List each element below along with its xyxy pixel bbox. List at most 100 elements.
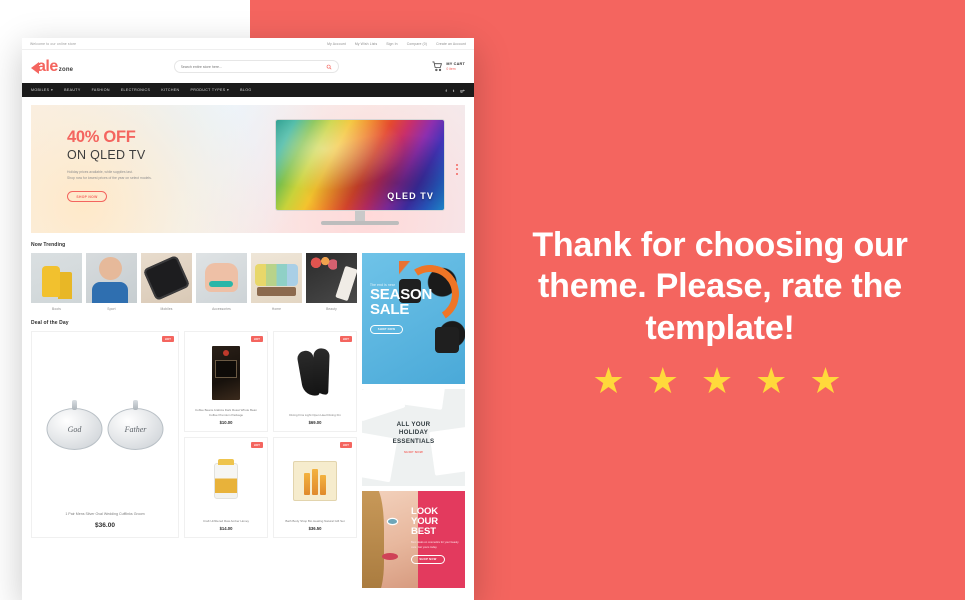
site-logo[interactable]: ale zone: [31, 58, 109, 75]
banner-look-your-best[interactable]: LOOK YOUR BEST Best deals on cosmetics f…: [362, 491, 465, 588]
product-price: $10.00: [219, 420, 233, 425]
search-box[interactable]: [173, 60, 339, 73]
banner-line-3: ESSENTIALS: [392, 437, 435, 445]
trending-item-home[interactable]: Home: [251, 253, 302, 311]
deal-featured-card[interactable]: HOT God Father 1 Pair Mens Silver Oval W…: [31, 331, 179, 538]
search-input[interactable]: [180, 64, 326, 69]
banner-content: ALL YOUR HOLIDAY ESSENTIALS SHOP NOW: [362, 421, 465, 454]
nav-item-beauty[interactable]: BEAUTY: [64, 88, 80, 92]
nav-item-product-types[interactable]: PRODUCT TYPES ▾: [190, 88, 229, 92]
top-bar: Welcome to our online store My Account M…: [22, 38, 474, 50]
tv-stand: [321, 211, 399, 225]
cart-icon: [432, 61, 443, 72]
banner-shop-now-button[interactable]: SHOP NOW: [370, 324, 403, 334]
product-title[interactable]: Craft Unfiltered Raw Amber Honey: [201, 519, 251, 524]
trending-item-boots[interactable]: Boots: [31, 253, 82, 311]
carousel-dot[interactable]: [456, 163, 458, 166]
facebook-icon[interactable]: f: [446, 88, 447, 93]
link-sign-in[interactable]: Sign In: [386, 42, 397, 46]
hero-banner[interactable]: 40% OFF ON QLED TV Holiday prices availa…: [31, 105, 465, 233]
banner-shop-now-link[interactable]: SHOP NOW: [362, 450, 465, 454]
cufflink-right: Father: [107, 408, 164, 451]
carousel-dot[interactable]: [456, 168, 458, 170]
cufflink-left: God: [46, 408, 103, 451]
cart-text: MY CART 0 item: [446, 62, 465, 71]
banner-line-2: HOLIDAY: [398, 429, 429, 437]
cufflinks-illustration: God Father: [46, 408, 164, 451]
twitter-icon[interactable]: t: [453, 88, 454, 93]
social-links: f t g+: [446, 88, 465, 93]
trending-label: Home: [271, 307, 282, 311]
product-image: God Father: [38, 340, 172, 512]
product-price: $36.00: [95, 522, 115, 529]
deal-row-bottom: HOT Craft Unfiltered Raw Amber Honey $14…: [184, 437, 357, 538]
hero-shop-now-button[interactable]: SHOP NOW: [67, 191, 107, 203]
nav-item-electronics[interactable]: ELECTRONICS: [121, 88, 150, 92]
banner-holiday-essentials[interactable]: ALL YOUR HOLIDAY ESSENTIALS SHOP NOW: [362, 389, 465, 486]
tv-label: QLED TV: [387, 191, 434, 201]
link-create-account[interactable]: Create an Account: [436, 42, 466, 46]
diving-fins-illustration: [296, 348, 333, 403]
trending-label: Accessories: [212, 307, 231, 311]
tv-screen: QLED TV: [275, 119, 445, 211]
star-rating[interactable]: ★ ★ ★ ★ ★: [490, 363, 950, 399]
content-left-column: Boots Sport Mobiles Accessories Home Bea…: [31, 253, 357, 593]
product-title[interactable]: Diving Fins Light Open Heel Diving Fin: [287, 413, 343, 418]
product-card[interactable]: HOT Bath Body Shop Bio Healing Natural G…: [273, 437, 357, 538]
product-price: $69.00: [308, 420, 322, 425]
trending-row: Boots Sport Mobiles Accessories Home Bea…: [31, 253, 357, 311]
product-price: $36.50: [308, 526, 322, 531]
product-card[interactable]: HOT Coffee Beans Arabica Dark Roast Whol…: [184, 331, 268, 432]
hero-line-2: Shop now for lowest prices of the year o…: [67, 175, 152, 180]
product-title[interactable]: 1 Pair Mens Silver Oval Wedding Cufflink…: [63, 512, 146, 517]
welcome-message: Welcome to our online store: [30, 41, 77, 46]
promo-heading: Thank for choosing our theme. Please, ra…: [532, 226, 908, 347]
link-compare[interactable]: Compare (0): [407, 42, 427, 46]
nav-item-blog[interactable]: BLOG: [240, 88, 251, 92]
trending-item-beauty[interactable]: Beauty: [306, 253, 357, 311]
product-title[interactable]: Coffee Beans Arabica Dark Roast Whole Be…: [189, 408, 263, 417]
cufflink-right-text: Father: [124, 424, 147, 434]
banner-line-2: SALE: [370, 301, 410, 319]
nav-item-fashion[interactable]: FASHION: [92, 88, 110, 92]
search-area: [119, 60, 393, 73]
deal-grid: HOT God Father 1 Pair Mens Silver Oval W…: [31, 331, 357, 538]
banner-line-1: SEASON: [370, 286, 433, 303]
nav-item-kitchen[interactable]: KITCHEN: [161, 88, 179, 92]
google-plus-icon[interactable]: g+: [460, 88, 465, 93]
search-icon[interactable]: [326, 64, 332, 70]
trending-image: [31, 253, 82, 303]
cart-count: 0 item: [446, 66, 456, 71]
trending-image: [196, 253, 247, 303]
deal-of-the-day-title: Deal of the Day: [31, 320, 69, 326]
tv-illustration: QLED TV: [275, 119, 445, 225]
screenshot-root: Welcome to our online store My Account M…: [0, 0, 965, 600]
deal-row-top: HOT Coffee Beans Arabica Dark Roast Whol…: [184, 331, 357, 432]
product-title[interactable]: Bath Body Shop Bio Healing Natural Gift …: [283, 519, 346, 524]
promo-panel: Thank for choosing our theme. Please, ra…: [490, 225, 950, 399]
product-card[interactable]: HOT Craft Unfiltered Raw Amber Honey $14…: [184, 437, 268, 538]
banner-shop-now-button[interactable]: SHOP NOW: [411, 554, 445, 564]
hero-subtitle: ON QLED TV: [67, 147, 146, 162]
carousel-dots[interactable]: [456, 161, 458, 177]
now-trending-title: Now Trending: [31, 242, 66, 248]
product-image: [278, 338, 352, 413]
product-image: [189, 338, 263, 408]
deal-small-column: HOT Coffee Beans Arabica Dark Roast Whol…: [184, 331, 357, 538]
tv-neck: [355, 211, 365, 221]
cart-button[interactable]: MY CART 0 item: [403, 61, 465, 72]
banner-description: Best deals on cosmetics for your beauty …: [411, 541, 459, 549]
trending-image: [86, 253, 137, 303]
link-my-account[interactable]: My Account: [327, 42, 346, 46]
trending-item-sport[interactable]: Sport: [86, 253, 137, 311]
main-navigation: MOBILES ▾ BEAUTY FASHION ELECTRONICS KITC…: [22, 83, 474, 97]
product-card[interactable]: HOT Diving Fins Light Open Heel Diving F…: [273, 331, 357, 432]
trending-item-accessories[interactable]: Accessories: [196, 253, 247, 311]
link-my-wish-lists[interactable]: My Wish Lists: [355, 42, 377, 46]
banner-season-sale[interactable]: The end is near SEASON SALE SHOP NOW: [362, 253, 465, 384]
trending-label: Sport: [107, 307, 116, 311]
nav-item-mobiles[interactable]: MOBILES ▾: [31, 88, 53, 92]
trending-item-mobiles[interactable]: Mobiles: [141, 253, 192, 311]
cufflink-left-text: God: [67, 424, 82, 434]
carousel-dot[interactable]: [456, 172, 458, 175]
